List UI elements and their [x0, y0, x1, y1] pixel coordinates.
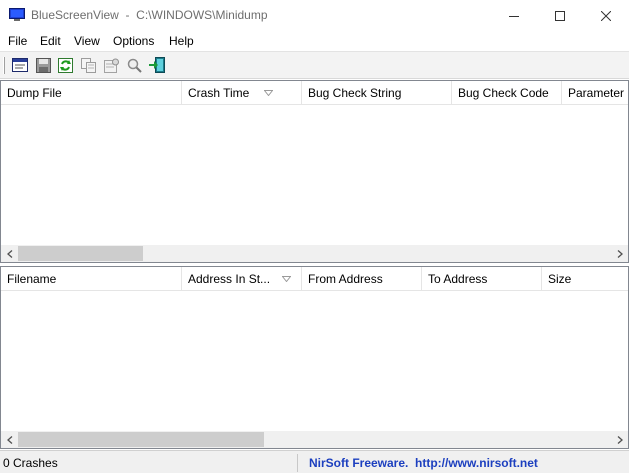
driver-list-horizontal-scrollbar[interactable] [1, 431, 628, 448]
column-filename[interactable]: Filename [1, 267, 182, 290]
chevron-right-icon [617, 249, 623, 258]
sort-descending-icon [264, 90, 273, 96]
menu-help[interactable]: Help [169, 33, 194, 49]
html-report-button[interactable] [11, 56, 29, 74]
scroll-thumb[interactable] [18, 246, 143, 261]
column-dump-file[interactable]: Dump File [1, 81, 182, 104]
exit-icon [149, 57, 165, 73]
column-address-in-stack-label: Address In St... [188, 272, 271, 286]
menu-file[interactable]: File [8, 33, 27, 49]
close-icon [601, 10, 611, 21]
refresh-icon [57, 57, 73, 73]
refresh-button[interactable] [56, 56, 74, 74]
scroll-right-button[interactable] [611, 431, 628, 448]
minimize-icon [509, 15, 519, 17]
nirsoft-link[interactable]: NirSoft Freeware. http://www.nirsoft.net [309, 454, 538, 472]
column-address-in-stack[interactable]: Address In St... [182, 267, 302, 290]
scroll-thumb[interactable] [18, 432, 264, 447]
column-to-address[interactable]: To Address [422, 267, 542, 290]
chevron-left-icon [6, 249, 12, 258]
toolbar-grip[interactable] [3, 57, 5, 74]
title-bar: BlueScreenView - C:\WINDOWS\Minidump [0, 0, 629, 31]
bluescreenview-app-icon [9, 8, 25, 22]
copy-button[interactable] [79, 56, 97, 74]
minimize-button[interactable] [491, 0, 537, 31]
close-button[interactable] [583, 0, 629, 31]
column-from-address[interactable]: From Address [302, 267, 422, 290]
maximize-button[interactable] [537, 0, 583, 31]
copy-icon [80, 57, 96, 73]
scroll-right-button[interactable] [611, 245, 628, 262]
column-bug-check-code[interactable]: Bug Check Code [452, 81, 562, 104]
properties-icon [103, 58, 119, 73]
menu-options[interactable]: Options [113, 33, 154, 49]
html-report-icon [12, 58, 28, 72]
find-icon [127, 58, 142, 73]
menu-edit[interactable]: Edit [40, 33, 61, 49]
properties-button[interactable] [102, 56, 120, 74]
menu-view[interactable]: View [74, 33, 100, 49]
toolbar [0, 51, 629, 79]
column-parameter[interactable]: Parameter [562, 81, 628, 104]
driver-list-header: Filename Address In St... From Address T… [1, 267, 628, 291]
scroll-left-button[interactable] [1, 431, 18, 448]
driver-list-pane[interactable]: Filename Address In St... From Address T… [0, 266, 629, 449]
exit-button[interactable] [148, 56, 166, 74]
window-title: BlueScreenView - C:\WINDOWS\Minidump [31, 8, 268, 22]
crash-list-horizontal-scrollbar[interactable] [1, 245, 628, 262]
crash-list-pane[interactable]: Dump File Crash Time Bug Check String Bu… [0, 80, 629, 263]
column-crash-time[interactable]: Crash Time [182, 81, 302, 104]
sort-descending-icon [282, 276, 291, 282]
crash-count: 0 Crashes [3, 454, 298, 472]
save-icon [35, 57, 51, 73]
maximize-icon [555, 10, 565, 21]
menu-bar: File Edit View Options Help [0, 31, 629, 51]
crash-list-header: Dump File Crash Time Bug Check String Bu… [1, 81, 628, 105]
save-button[interactable] [34, 56, 52, 74]
scroll-left-button[interactable] [1, 245, 18, 262]
status-bar: 0 Crashes NirSoft Freeware. http://www.n… [0, 450, 629, 473]
column-bug-check-string[interactable]: Bug Check String [302, 81, 452, 104]
column-crash-time-label: Crash Time [188, 86, 250, 100]
find-button[interactable] [125, 56, 143, 74]
chevron-right-icon [617, 435, 623, 444]
column-size[interactable]: Size [542, 267, 628, 290]
chevron-left-icon [6, 435, 12, 444]
